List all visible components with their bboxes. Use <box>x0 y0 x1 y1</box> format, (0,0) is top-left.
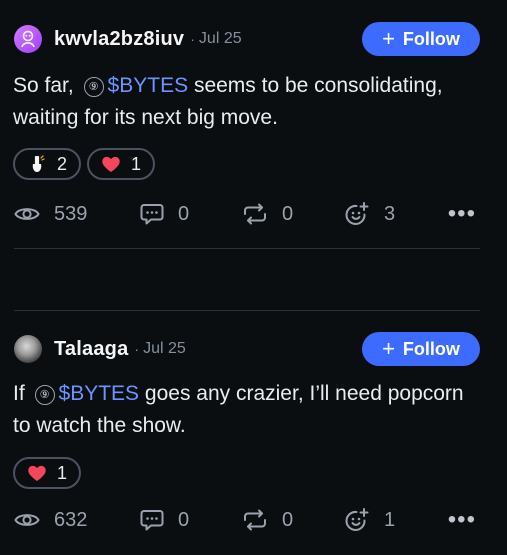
separator-dot: · <box>134 341 140 357</box>
emoji-add-icon <box>345 202 369 225</box>
follow-label: Follow <box>402 28 460 49</box>
emoji-add-icon <box>345 508 369 531</box>
content-text-before: So far, <box>13 74 74 97</box>
coin-icon: ⑨ <box>83 77 104 97</box>
comment-icon <box>140 510 164 531</box>
comment-button[interactable]: 0 <box>140 200 189 228</box>
eye-icon <box>14 208 40 220</box>
comments-count: 0 <box>178 202 190 225</box>
red-heart-emoji-icon <box>27 463 47 483</box>
follow-button[interactable]: + Follow <box>362 22 480 56</box>
post-card: kwvla2bz8iuv · Jul 25 + Follow So far, ⑨… <box>0 0 507 250</box>
comments-count: 0 <box>178 508 190 531</box>
more-options-icon[interactable]: ••• <box>448 200 476 228</box>
reaction-heart-button[interactable]: 1 <box>87 148 156 180</box>
comment-icon <box>140 204 164 225</box>
tip-button[interactable]: 1 <box>344 506 395 534</box>
separator-dot: · <box>190 31 195 47</box>
reactions-bar: 2 1 <box>13 148 156 180</box>
follow-button[interactable]: + Follow <box>362 332 480 366</box>
repost-icon <box>244 203 266 225</box>
post-header: Talaaga · Jul 25 + Follow <box>14 332 480 366</box>
avatar[interactable] <box>14 335 42 363</box>
reaction-count: 2 <box>57 153 68 174</box>
views-count: 632 <box>54 508 88 531</box>
tip-button[interactable]: 3 <box>344 200 395 228</box>
pray-hands-emoji-icon <box>27 154 47 174</box>
post-content: So far, ⑨ $BYTES seems to be consolidatin… <box>13 70 483 134</box>
reposts-count: 0 <box>282 202 294 225</box>
comment-button[interactable]: 0 <box>140 506 189 534</box>
plus-icon: + <box>382 26 395 51</box>
post-date[interactable]: Jul 25 <box>143 340 186 358</box>
post-date[interactable]: Jul 25 <box>199 30 242 48</box>
more-options-icon[interactable]: ••• <box>448 506 476 534</box>
cashtag-link[interactable]: $BYTES <box>59 382 140 405</box>
repost-button[interactable]: 0 <box>242 506 293 534</box>
tips-count: 1 <box>384 508 396 531</box>
username[interactable]: Talaaga <box>54 338 128 361</box>
cashtag-link[interactable]: $BYTES <box>108 74 189 97</box>
reactions-bar: 1 <box>13 457 82 489</box>
plus-icon: + <box>382 336 395 361</box>
repost-button[interactable]: 0 <box>242 200 293 228</box>
red-heart-emoji-icon <box>101 154 121 174</box>
divider <box>14 248 480 249</box>
repost-icon <box>244 509 266 531</box>
post-card: Talaaga · Jul 25 + Follow If ⑨ $BYTES goe… <box>0 310 507 555</box>
views-stat[interactable]: 539 <box>14 200 87 228</box>
username[interactable]: kwvla2bz8iuv <box>54 28 184 51</box>
post-content: If ⑨ $BYTES goes any crazier, I’ll need p… <box>13 378 483 442</box>
content-text-before: If <box>13 382 25 405</box>
post-stats: 632 0 0 1 ••• <box>14 506 480 534</box>
content-text-after: seems to be consolidating, waiting for i… <box>13 74 443 129</box>
post-stats: 539 0 0 3 ••• <box>14 200 480 228</box>
reaction-count: 1 <box>131 153 142 174</box>
views-stat[interactable]: 632 <box>14 506 87 534</box>
coin-icon: ⑨ <box>34 385 55 405</box>
reaction-pray-button[interactable]: 2 <box>13 148 82 180</box>
reaction-count: 1 <box>57 462 68 483</box>
views-count: 539 <box>54 202 88 225</box>
robot-avatar-icon <box>21 30 35 48</box>
post-header: kwvla2bz8iuv · Jul 25 + Follow <box>14 22 480 56</box>
reaction-heart-button[interactable]: 1 <box>13 457 82 489</box>
avatar[interactable] <box>14 25 42 53</box>
reposts-count: 0 <box>282 508 294 531</box>
follow-label: Follow <box>402 338 460 359</box>
tips-count: 3 <box>384 202 396 225</box>
eye-icon <box>14 514 40 526</box>
